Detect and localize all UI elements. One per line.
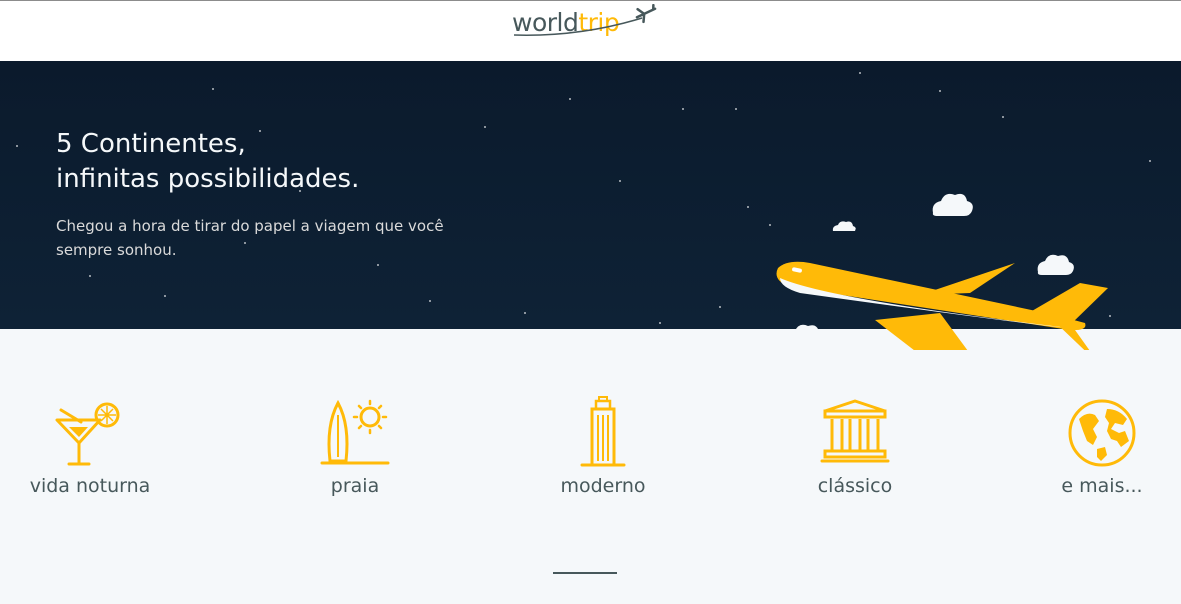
hero-banner: 5 Continentes, infinitas possibilidades.… [0, 61, 1181, 350]
travel-type-label: e mais... [1061, 475, 1143, 497]
banner-title-line2: infinitas possibilidades. [56, 164, 360, 194]
banner-title-line1: 5 Continentes, [56, 129, 246, 159]
travel-type-praia[interactable]: praia [265, 395, 445, 497]
logo[interactable]: worldtrip [510, 4, 660, 42]
banner-subtitle: Chegou a hora de tirar do papel a viagem… [56, 217, 444, 259]
globe-icon [1068, 399, 1136, 467]
travel-type-label: vida noturna [29, 475, 151, 497]
banner-title: 5 Continentes, infinitas possibilidades. [56, 127, 359, 197]
travel-type-e-mais[interactable]: e mais... [1012, 395, 1181, 497]
temple-icon [820, 399, 890, 463]
cocktail-icon [55, 402, 120, 466]
header: worldtrip [0, 0, 1181, 61]
travel-type-label: praia [330, 475, 380, 497]
travel-type-label: clássico [817, 475, 893, 497]
travel-type-classico[interactable]: clássico [765, 395, 945, 497]
airplane-icon [513, 4, 657, 36]
airplane-illustration [776, 193, 1108, 350]
travel-types: vida noturna praia moderno clássico e ma… [0, 395, 1181, 515]
section-divider [553, 572, 617, 574]
travel-type-moderno[interactable]: moderno [513, 395, 693, 497]
travel-type-label: moderno [560, 475, 646, 497]
skyscraper-icon [580, 396, 626, 467]
surfboard-sun-icon [320, 399, 390, 465]
travel-type-vida-noturna[interactable]: vida noturna [0, 395, 180, 497]
